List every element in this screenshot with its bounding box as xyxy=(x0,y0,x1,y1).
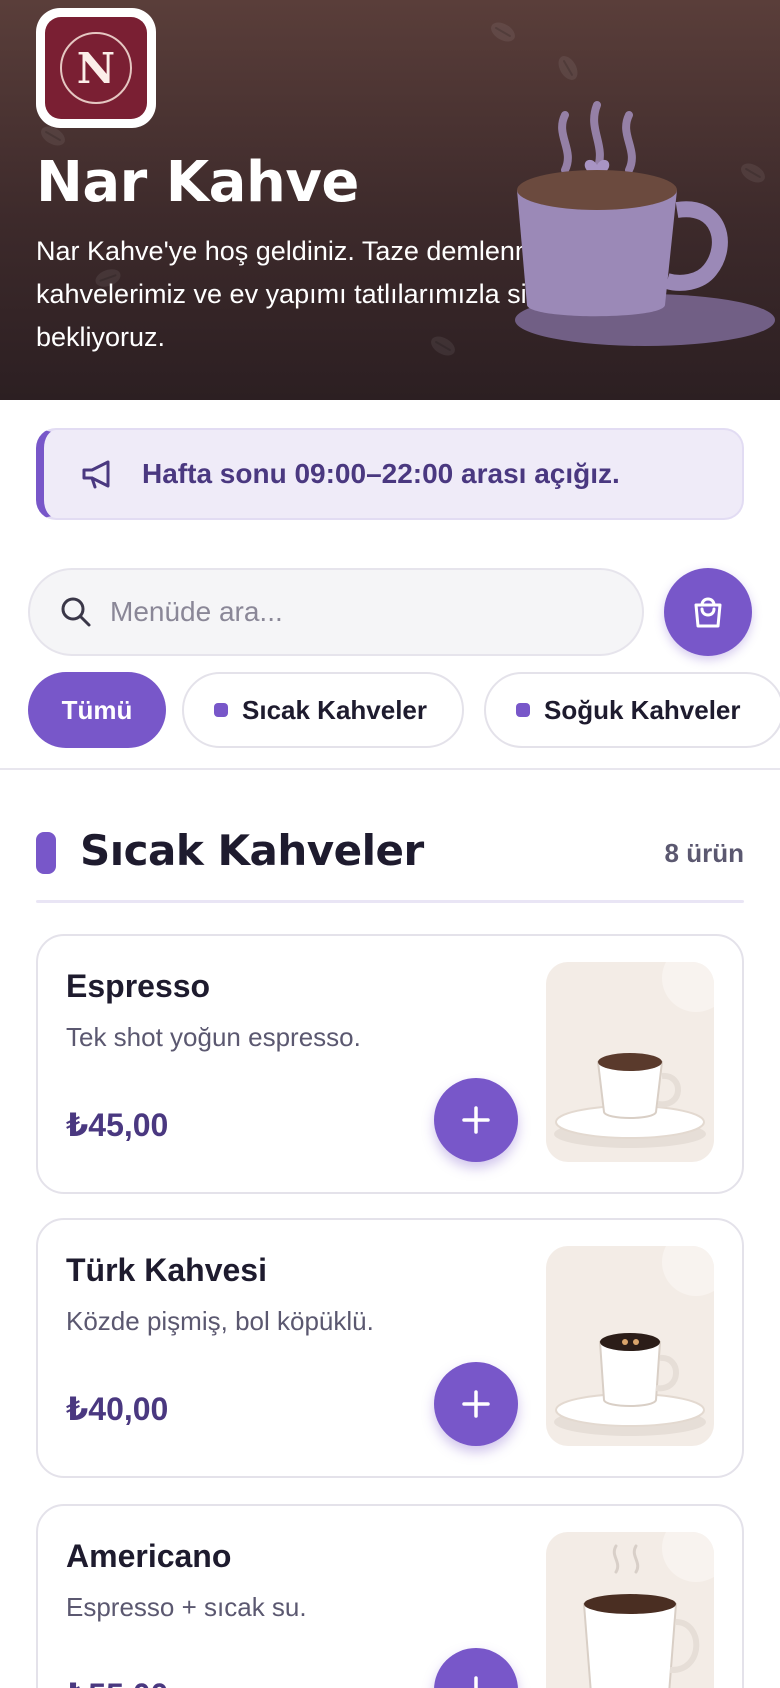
add-to-cart-button[interactable] xyxy=(434,1648,518,1688)
americano-cup-icon xyxy=(582,1532,714,1688)
product-name: Türk Kahvesi xyxy=(66,1252,267,1288)
logo-letter: N xyxy=(60,32,132,104)
category-dot-icon xyxy=(516,703,530,717)
espresso-cup-icon xyxy=(554,962,714,1148)
hero-banner: N Nar Kahve Nar Kahve'ye hoş geldiniz. T… xyxy=(0,0,780,400)
search-bar[interactable] xyxy=(28,568,644,656)
section-item-count: 8 ürün xyxy=(664,838,744,868)
product-description: Közde pişmiş, bol köpüklü. xyxy=(66,1306,374,1336)
brand-logo: N xyxy=(36,8,156,128)
turkish-coffee-cup-icon xyxy=(554,1246,714,1436)
category-chips: Tümü Sıcak Kahveler Soğuk Kahveler xyxy=(28,672,780,748)
category-chip-all[interactable]: Tümü xyxy=(28,672,166,748)
product-description: Tek shot yoğun espresso. xyxy=(66,1022,361,1052)
add-to-cart-button[interactable] xyxy=(434,1362,518,1446)
section-accent-bar xyxy=(36,832,56,874)
product-description: Espresso + sıcak su. xyxy=(66,1592,307,1622)
plus-icon xyxy=(474,1676,478,1688)
product-image xyxy=(546,1246,714,1446)
plus-icon xyxy=(462,1390,490,1418)
product-price: ₺45,00 xyxy=(66,1107,169,1143)
add-to-cart-button[interactable] xyxy=(434,1078,518,1162)
coffee-bean-decoration xyxy=(554,52,582,84)
category-chip-hot-coffee[interactable]: Sıcak Kahveler xyxy=(182,672,464,748)
product-card-turkish-coffee[interactable]: Türk Kahvesi Közde pişmiş, bol köpüklü. … xyxy=(36,1218,744,1478)
category-chip-label: Sıcak Kahveler xyxy=(242,694,428,725)
product-card-americano[interactable]: Americano Espresso + sıcak su. ₺55,00 xyxy=(36,1504,744,1688)
search-input[interactable] xyxy=(110,596,590,628)
category-dot-icon xyxy=(214,703,228,717)
section-underline xyxy=(36,900,744,903)
product-card-espresso[interactable]: Espresso Tek shot yoğun espresso. ₺45,00 xyxy=(36,934,744,1194)
megaphone-icon xyxy=(82,460,110,489)
category-chip-cold-coffee[interactable]: Soğuk Kahveler xyxy=(484,672,780,748)
divider xyxy=(0,768,780,770)
coffee-bean-decoration xyxy=(487,18,519,46)
category-chip-label: Tümü xyxy=(61,694,133,725)
product-image xyxy=(546,1532,714,1688)
product-name: Espresso xyxy=(66,968,211,1004)
cafe-name: Nar Kahve xyxy=(36,150,359,215)
product-image xyxy=(546,962,714,1162)
announcement-banner: Hafta sonu 09:00–22:00 arası açığız. xyxy=(36,428,744,520)
plus-icon xyxy=(462,1106,490,1134)
shopping-bag-icon xyxy=(694,597,722,628)
announcement-text: Hafta sonu 09:00–22:00 arası açığız. xyxy=(142,458,620,489)
coffee-cup-illustration xyxy=(515,101,775,346)
section-title: Sıcak Kahveler xyxy=(80,826,424,875)
product-price: ₺55,00 xyxy=(66,1676,168,1688)
cart-button[interactable] xyxy=(664,568,752,656)
search-icon xyxy=(61,597,91,627)
product-price: ₺40,00 xyxy=(66,1391,169,1427)
category-chip-label: Soğuk Kahveler xyxy=(544,694,741,725)
product-name: Americano xyxy=(66,1538,232,1574)
